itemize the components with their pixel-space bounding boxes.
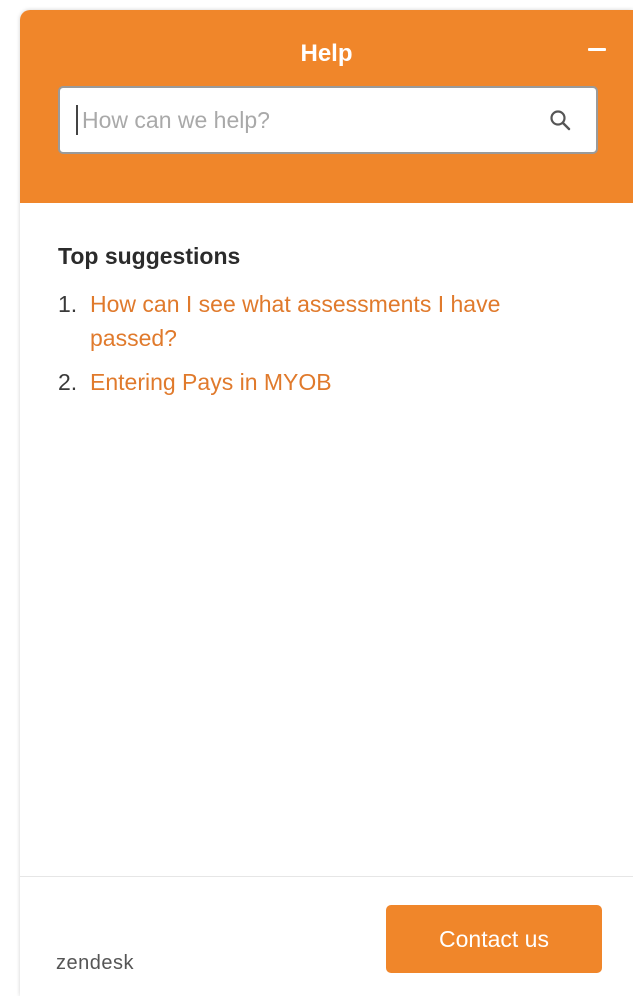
- help-widget: Help Top suggestions 1. How can I see wh…: [20, 10, 633, 996]
- suggestion-link[interactable]: Entering Pays in MYOB: [90, 365, 332, 399]
- suggestion-link[interactable]: How can I see what assessments I have pa…: [90, 287, 578, 355]
- header-title: Help: [300, 40, 353, 67]
- list-item: 1. How can I see what assessments I have…: [58, 287, 578, 355]
- list-item-number: 1.: [58, 291, 78, 317]
- search-input[interactable]: [76, 105, 516, 135]
- suggestions-list: 1. How can I see what assessments I have…: [58, 287, 578, 409]
- minimize-icon: [588, 48, 606, 51]
- minimize-button[interactable]: [585, 36, 611, 62]
- search-icon[interactable]: [548, 108, 572, 132]
- zendesk-logo: zendesk: [56, 952, 134, 974]
- contact-us-button[interactable]: Contact us: [386, 905, 602, 973]
- list-item: 2. Entering Pays in MYOB: [58, 365, 578, 399]
- suggestions-title: Top suggestions: [58, 243, 241, 269]
- search-box[interactable]: [58, 86, 598, 154]
- list-item-number: 2.: [58, 369, 78, 395]
- widget-footer: zendesk Contact us: [20, 876, 633, 996]
- widget-header: Help: [20, 10, 633, 203]
- suggestions-panel: Top suggestions 1. How can I see what as…: [20, 203, 633, 876]
